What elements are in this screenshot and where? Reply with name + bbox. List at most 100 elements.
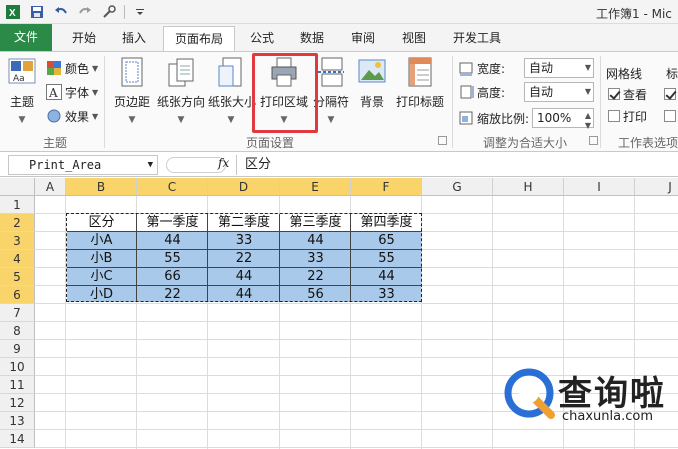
height-label: 高度: [477, 85, 506, 100]
column-header-i[interactable]: I [564, 178, 635, 196]
row-header-5[interactable]: 5 [0, 268, 35, 286]
group-separator [452, 56, 453, 148]
paper-size-icon [216, 56, 246, 88]
row-header-14[interactable]: 14 [0, 430, 35, 448]
headings-print-option[interactable] [664, 106, 676, 126]
watermark-domain: chaxunla.com [562, 409, 653, 424]
undo-icon[interactable] [52, 3, 70, 21]
width-value: 自动 [529, 61, 554, 75]
select-all-corner[interactable] [0, 178, 35, 196]
excel-logo-icon[interactable]: X [4, 3, 22, 21]
tools-icon[interactable] [100, 3, 118, 21]
column-header-c[interactable]: C [137, 178, 208, 196]
save-icon[interactable] [28, 3, 46, 21]
headings-print-checkbox[interactable] [664, 110, 676, 122]
gridlines-heading: 网格线 [606, 67, 643, 81]
print-titles-button[interactable]: 打印标题 [392, 54, 448, 132]
scale-icon [459, 111, 473, 125]
size-label: 纸张大小 [208, 95, 257, 109]
colors-button[interactable]: 颜色 ▼ [46, 58, 98, 78]
orientation-button[interactable]: 纸张方向 ▼ [156, 54, 206, 132]
scale-label: 缩放比例: [477, 111, 530, 126]
themes-icon: Aa [7, 56, 37, 88]
row-header-3[interactable]: 3 [0, 232, 35, 250]
ribbon: Aa 主题 ▼ 颜色 ▼ A 字体 ▼ 效果 ▼ 主题 页边距 ▼ 纸张方向 ▼ 纸张… [0, 51, 678, 152]
scale-value: 100% [537, 111, 572, 125]
qat-separator [124, 5, 125, 19]
group-label-theme: 主题 [42, 136, 67, 150]
spin-down-icon[interactable]: ▼ [585, 117, 591, 135]
tab-review[interactable]: 审阅 [341, 26, 385, 51]
gridlines-view-checkbox[interactable] [608, 88, 620, 100]
background-button[interactable]: 背景 [354, 54, 390, 132]
tab-file[interactable]: 文件 [0, 24, 52, 51]
customize-qat-icon[interactable] [131, 3, 149, 21]
scale-spinner[interactable]: 100% ▲ ▼ [532, 108, 594, 130]
tab-page-layout[interactable]: 页面布局 [163, 26, 235, 51]
headings-view-checkbox[interactable] [664, 88, 676, 100]
print-area-highlight [252, 53, 318, 133]
column-header-g[interactable]: G [422, 178, 493, 196]
print-area-marquee [66, 213, 422, 302]
effects-button[interactable]: 效果 ▼ [46, 106, 98, 126]
group-separator [600, 56, 601, 148]
row-header-12[interactable]: 12 [0, 394, 35, 412]
height-icon [460, 85, 474, 99]
row-header-4[interactable]: 4 [0, 250, 35, 268]
column-header-b[interactable]: B [66, 178, 137, 196]
row-header-1[interactable]: 1 [0, 196, 35, 214]
tab-data[interactable]: 数据 [290, 26, 334, 51]
group-label-page-setup: 页面设置 [245, 136, 294, 150]
ribbon-tab-bar: 文件 开始 插入 页面布局 公式 数据 审阅 视图 开发工具 [0, 24, 678, 51]
tab-developer[interactable]: 开发工具 [442, 26, 512, 51]
gridlines-print-checkbox[interactable] [608, 110, 620, 122]
column-header-e[interactable]: E [280, 178, 351, 196]
print-titles-label: 打印标题 [395, 95, 444, 109]
name-box[interactable]: Print_Area ▼ [8, 155, 158, 175]
tab-formulas[interactable]: 公式 [240, 26, 284, 51]
page-setup-launcher-icon[interactable] [438, 136, 447, 145]
row-header-6[interactable]: 6 [0, 286, 35, 304]
width-label-group: 宽度: [458, 58, 505, 78]
tab-insert[interactable]: 插入 [112, 26, 156, 51]
formula-input[interactable]: 区分 [236, 155, 678, 175]
row-header-7[interactable]: 7 [0, 304, 35, 322]
row-header-11[interactable]: 11 [0, 376, 35, 394]
column-header-d[interactable]: D [208, 178, 280, 196]
size-button[interactable]: 纸张大小 ▼ [208, 54, 257, 132]
column-header-h[interactable]: H [493, 178, 564, 196]
formula-bar-handle[interactable] [166, 157, 226, 173]
column-header-f[interactable]: F [351, 178, 422, 196]
gridlines-view-option[interactable]: 查看 [608, 84, 647, 104]
height-label-group: 高度: [458, 82, 505, 102]
width-select[interactable]: 自动 ▼ [524, 58, 594, 78]
redo-icon[interactable] [76, 3, 94, 21]
row-header-8[interactable]: 8 [0, 322, 35, 340]
height-select[interactable]: 自动 ▼ [524, 82, 594, 102]
row-header-2[interactable]: 2 [0, 214, 35, 232]
breaks-icon [316, 56, 346, 88]
scale-launcher-icon[interactable] [589, 136, 598, 145]
row-header-9[interactable]: 9 [0, 340, 35, 358]
group-separator [104, 56, 105, 148]
quick-access-toolbar: X [4, 3, 149, 21]
column-header-a[interactable]: A [35, 178, 66, 196]
themes-label: 主题 [9, 95, 34, 109]
insert-function-icon[interactable]: fx [218, 156, 229, 170]
column-header-j[interactable]: J [635, 178, 678, 196]
chevron-down-icon: ▼ [92, 111, 99, 121]
margins-icon [117, 56, 147, 88]
search-logo-icon [504, 368, 555, 419]
headings-view-option[interactable] [664, 84, 676, 104]
tab-home[interactable]: 开始 [62, 26, 106, 51]
themes-button[interactable]: Aa 主题 ▼ [4, 54, 40, 132]
colors-icon [47, 61, 61, 75]
row-header-10[interactable]: 10 [0, 358, 35, 376]
chevron-down-icon[interactable]: ▼ [148, 156, 153, 174]
fonts-button[interactable]: A 字体 ▼ [46, 82, 98, 102]
gridlines-print-option[interactable]: 打印 [608, 106, 647, 126]
tab-view[interactable]: 视图 [392, 26, 436, 51]
background-label: 背景 [359, 95, 384, 109]
row-header-13[interactable]: 13 [0, 412, 35, 430]
margins-button[interactable]: 页边距 ▼ [110, 54, 154, 132]
